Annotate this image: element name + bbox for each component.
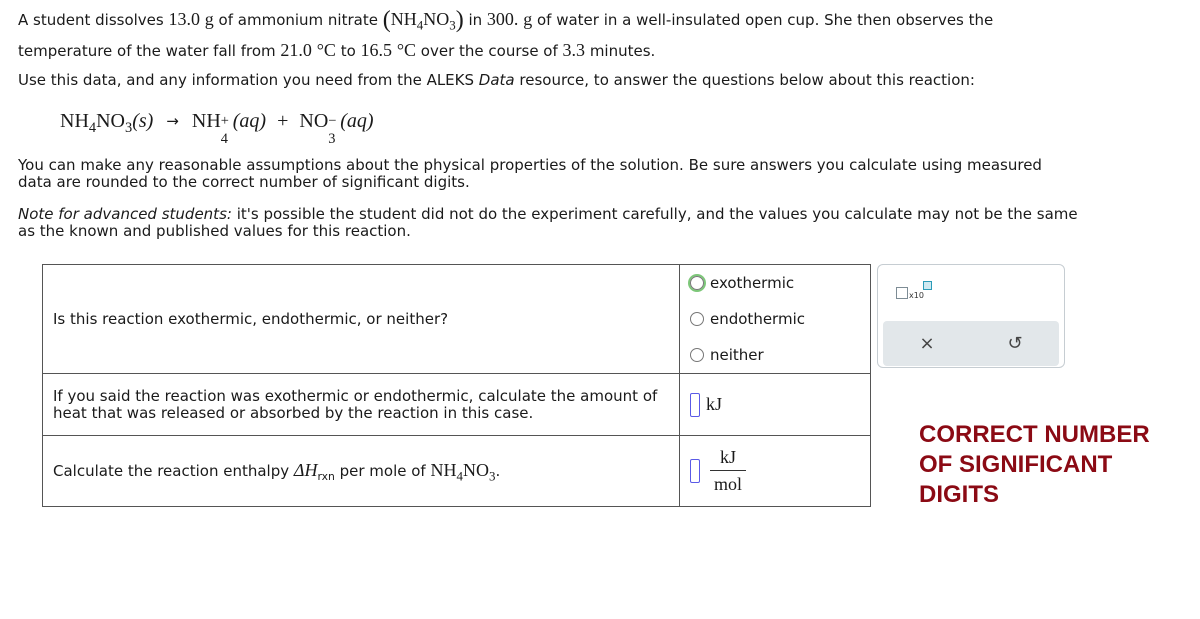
undo-icon[interactable]: ↺ xyxy=(1007,333,1022,354)
reaction-arrow-icon: → xyxy=(166,112,179,130)
math-toolbox: x10 × ↺ xyxy=(877,264,1065,368)
toolbox-actions: × ↺ xyxy=(883,321,1059,366)
questions-table: Is this reaction exothermic, endothermic… xyxy=(42,264,871,507)
question-row: If you said the reaction was exothermic … xyxy=(42,373,871,436)
mantissa-box-icon xyxy=(896,287,908,299)
heat-input[interactable] xyxy=(690,392,700,417)
problem-intro: A student dissolves 13.0 g of ammonium n… xyxy=(18,4,1098,66)
radio-option-neither[interactable]: neither xyxy=(690,337,870,373)
answer-cell: kJ mol xyxy=(679,435,871,507)
unit-fraction: kJ mol xyxy=(710,447,746,495)
intro-line-2: temperature of the water fall from 21.0 … xyxy=(18,40,656,60)
radio-option-exothermic[interactable]: exothermic xyxy=(690,265,870,301)
radio-button[interactable] xyxy=(690,276,704,290)
formula-nh4no3: NH4NO3 xyxy=(390,9,456,33)
radio-button[interactable] xyxy=(690,312,704,326)
radio-option-endothermic[interactable]: endothermic xyxy=(690,301,870,337)
question-text: Calculate the reaction enthalpy ΔHrxn pe… xyxy=(42,435,680,507)
reaction-equation: NH4NO3(s) → NH +4 (aq) + NO −3 (aq) xyxy=(60,110,374,147)
exponent-box-icon xyxy=(923,281,932,290)
answer-cell: exothermic endothermic neither xyxy=(679,264,871,374)
instructions-line: Use this data, and any information you n… xyxy=(18,71,975,89)
scientific-notation-button[interactable]: x10 xyxy=(896,279,956,309)
question-text: If you said the reaction was exothermic … xyxy=(42,373,680,436)
question-row: Is this reaction exothermic, endothermic… xyxy=(42,264,871,374)
clear-icon[interactable]: × xyxy=(919,333,934,354)
data-resource-link: Data xyxy=(478,71,515,89)
sig-digits-warning: CORRECT NUMBER OF SIGNIFICANT DIGITS xyxy=(919,421,1150,508)
unit-label: kJ xyxy=(706,394,723,414)
advanced-note: Note for advanced students: it's possibl… xyxy=(18,205,1078,240)
answer-cell: kJ xyxy=(679,373,871,436)
assumptions-paragraph: You can make any reasonable assumptions … xyxy=(18,156,1042,191)
question-row: Calculate the reaction enthalpy ΔHrxn pe… xyxy=(42,435,871,507)
question-text: Is this reaction exothermic, endothermic… xyxy=(42,264,680,374)
enthalpy-input[interactable] xyxy=(690,459,700,483)
radio-button[interactable] xyxy=(690,348,704,362)
intro-line-1: A student dissolves 13.0 g of ammonium n… xyxy=(18,7,994,33)
